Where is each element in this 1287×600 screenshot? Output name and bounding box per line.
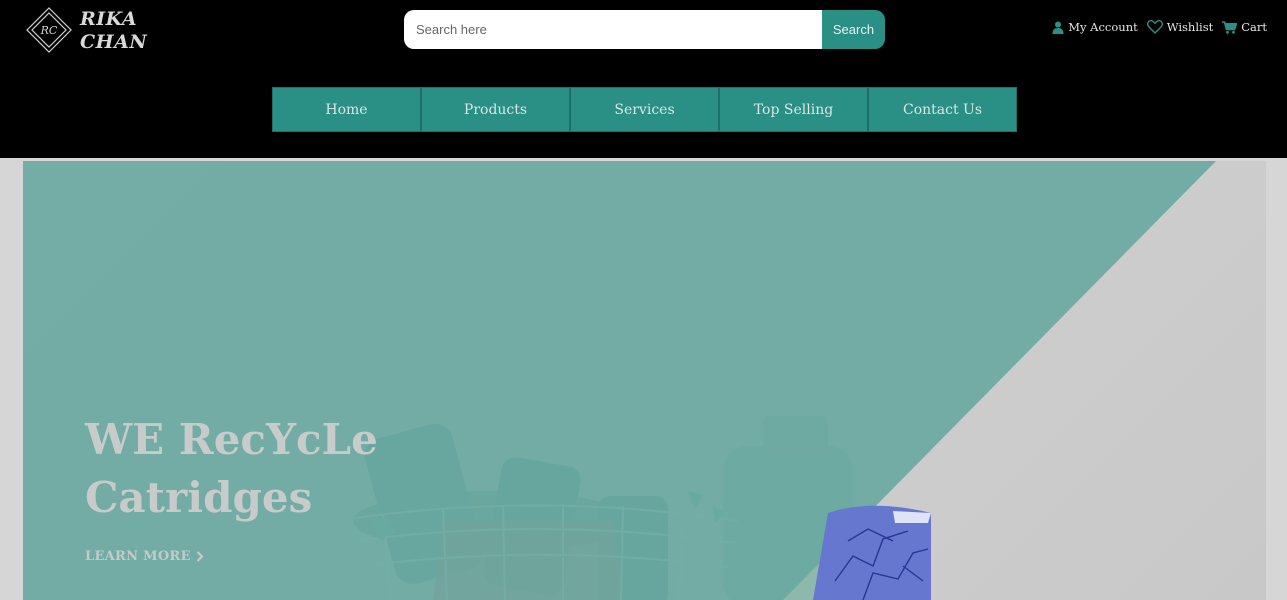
wishlist-label: Wishlist: [1166, 20, 1214, 34]
cart-icon: [1222, 20, 1238, 34]
wishlist-link[interactable]: Wishlist: [1146, 20, 1214, 34]
blue-bin-image: [813, 505, 931, 600]
hero-title-line2: Catridges: [85, 473, 313, 522]
main-nav: Home Products Services Top Selling Conta…: [272, 87, 1017, 132]
hero-illustration: [23, 161, 1216, 600]
site-header: RC RIKA CHAN Search My Account Wishlist: [0, 0, 1287, 158]
cart-link[interactable]: Cart: [1222, 20, 1267, 34]
user-icon: [1052, 21, 1064, 34]
brand-name-line1: RIKA: [80, 8, 138, 30]
my-account-link[interactable]: My Account: [1052, 20, 1138, 34]
search-bar: Search: [404, 10, 885, 49]
cart-label: Cart: [1241, 20, 1267, 34]
search-input[interactable]: [404, 10, 824, 49]
nav-item-services[interactable]: Services: [570, 87, 719, 132]
hero-title-line1: WE RecYcLe: [85, 415, 378, 464]
logo-monogram: RC: [40, 24, 58, 37]
brand-name: RIKA CHAN: [80, 8, 147, 54]
heart-icon: [1146, 20, 1163, 34]
account-links: My Account Wishlist Cart: [1052, 20, 1267, 34]
hero-title: WE RecYcLe Catridges: [85, 411, 378, 527]
brand-name-line2: CHAN: [80, 31, 148, 53]
nav-item-products[interactable]: Products: [421, 87, 570, 132]
nav-item-top-selling[interactable]: Top Selling: [719, 87, 868, 132]
my-account-label: My Account: [1068, 20, 1138, 34]
nav-item-contact-us[interactable]: Contact Us: [868, 87, 1017, 132]
nav-item-home[interactable]: Home: [272, 87, 421, 132]
brand-logo[interactable]: RC RIKA CHAN: [22, 2, 152, 60]
search-button[interactable]: Search: [822, 10, 885, 49]
chevron-right-icon: [196, 551, 204, 562]
logo-diamond-icon: RC: [26, 7, 72, 53]
hero-banner: WE RecYcLe Catridges LEARN MORE: [23, 161, 1266, 600]
learn-more-label: LEARN MORE: [85, 549, 191, 564]
learn-more-link[interactable]: LEARN MORE: [85, 549, 204, 564]
teal-overlay: [23, 161, 1216, 600]
